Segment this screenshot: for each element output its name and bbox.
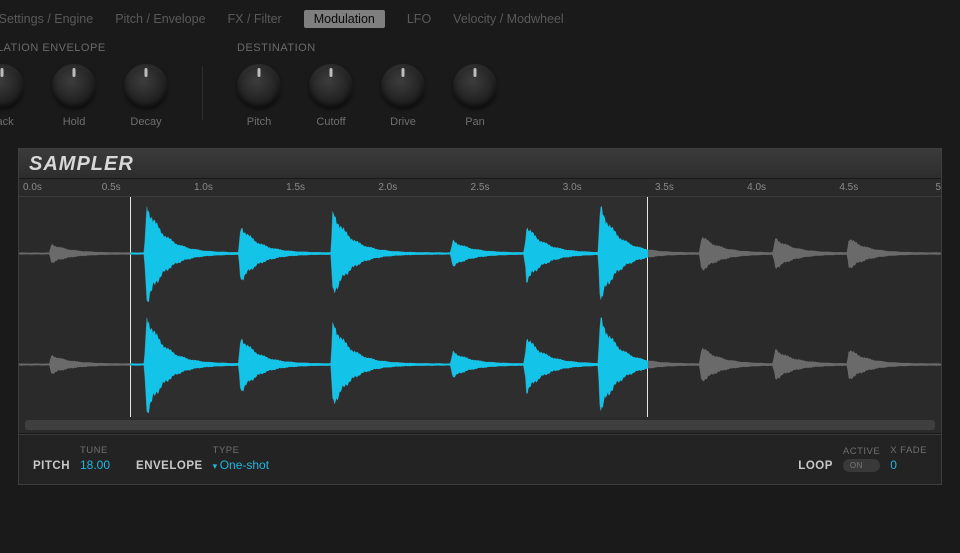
param-loop-label: LOOP (798, 460, 833, 472)
knob-label: Decay (130, 116, 161, 128)
param-loop: LOOP ACTIVE ON X FADE 0 (798, 445, 927, 472)
ruler-tick: 3.5s (655, 182, 674, 193)
param-pitch-label: PITCH (33, 460, 70, 472)
scrollbar-thumb[interactable] (25, 420, 935, 430)
knob-dial-icon (237, 64, 281, 108)
param-pitch: PITCH TUNE 18.00 (33, 445, 110, 472)
ruler-tick: 0.5s (102, 182, 121, 193)
group-label-destination: DESTINATION (237, 42, 497, 54)
tab-fx-filter[interactable]: FX / Filter (228, 12, 282, 26)
knob-label: Cutoff (316, 116, 345, 128)
tab-pitch-envelope[interactable]: Pitch / Envelope (115, 12, 205, 26)
ruler-tick: 4.5s (839, 182, 858, 193)
sampler-panel: SAMPLER 0.0s 0.5s 1.0s 1.5s 2.0s 2.5s 3.0s 3.5s… (18, 148, 942, 485)
waveform-area[interactable]: 0.0s 0.5s 1.0s 1.5s 2.0s 2.5s 3.0s 3.5s 4.0s 4.5s… (19, 179, 941, 434)
modulation-envelope-group: DULATION ENVELOPE ttack Hold Decay (0, 42, 168, 128)
ruler-tick: 2.5s (471, 182, 490, 193)
group-label-mod-env: DULATION ENVELOPE (0, 42, 168, 54)
time-ruler: 0.0s 0.5s 1.0s 1.5s 2.0s 2.5s 3.0s 3.5s 4.0s 4.5s… (19, 179, 941, 197)
tab-modulation[interactable]: Modulation (304, 10, 385, 28)
ruler-tick: 1.5s (286, 182, 305, 193)
parameter-bar: PITCH TUNE 18.00 ENVELOPE TYPE One-shot … (19, 434, 941, 484)
param-xfade-sub: X FADE (890, 445, 927, 456)
knob-decay[interactable]: Decay (124, 64, 168, 128)
knob-dial-icon (309, 64, 353, 108)
param-type-value[interactable]: One-shot (213, 458, 269, 472)
horizontal-scrollbar[interactable] (25, 420, 935, 430)
knob-pitch[interactable]: Pitch (237, 64, 281, 128)
ruler-tick: 0.0s (23, 182, 42, 193)
knob-attack[interactable]: ttack (0, 64, 24, 128)
vertical-divider (202, 66, 203, 120)
param-tune-value[interactable]: 18.00 (80, 458, 110, 472)
ruler-tick: 4.0s (747, 182, 766, 193)
param-active-sub: ACTIVE (843, 446, 880, 457)
knob-label: Pan (465, 116, 485, 128)
sampler-header: SAMPLER (19, 149, 941, 179)
knob-pan[interactable]: Pan (453, 64, 497, 128)
knob-dial-icon (52, 64, 96, 108)
knob-dial-icon (0, 64, 24, 108)
param-tune-sub: TUNE (80, 445, 110, 456)
tab-velocity-modwheel[interactable]: Velocity / Modwheel (453, 12, 563, 26)
param-envelope-label: ENVELOPE (136, 460, 203, 472)
tab-voice-settings[interactable]: ce Settings / Engine (0, 12, 93, 26)
knob-cutoff[interactable]: Cutoff (309, 64, 353, 128)
ruler-tick: 5 (935, 182, 941, 193)
knob-section: DULATION ENVELOPE ttack Hold Decay DESTI… (0, 38, 960, 140)
knob-dial-icon (381, 64, 425, 108)
param-xfade-value[interactable]: 0 (890, 458, 927, 472)
knob-dial-icon (453, 64, 497, 108)
ruler-tick: 1.0s (194, 182, 213, 193)
param-type-sub: TYPE (213, 445, 269, 456)
ruler-tick: 2.0s (378, 182, 397, 193)
knob-label: Hold (63, 116, 86, 128)
knob-label: Pitch (247, 116, 271, 128)
waveform-canvas[interactable]: S E (19, 197, 941, 417)
knob-label: ttack (0, 116, 14, 128)
loop-active-toggle[interactable]: ON (843, 459, 880, 472)
knob-dial-icon (124, 64, 168, 108)
tab-lfo[interactable]: LFO (407, 12, 431, 26)
knob-drive[interactable]: Drive (381, 64, 425, 128)
ruler-tick: 3.0s (563, 182, 582, 193)
param-envelope: ENVELOPE TYPE One-shot (136, 445, 269, 472)
sampler-title: SAMPLER (29, 153, 931, 176)
knob-label: Drive (390, 116, 416, 128)
destination-group: DESTINATION Pitch Cutoff Drive Pan (237, 42, 497, 128)
top-tabs: ce Settings / Engine Pitch / Envelope FX… (0, 0, 960, 38)
knob-hold[interactable]: Hold (52, 64, 96, 128)
